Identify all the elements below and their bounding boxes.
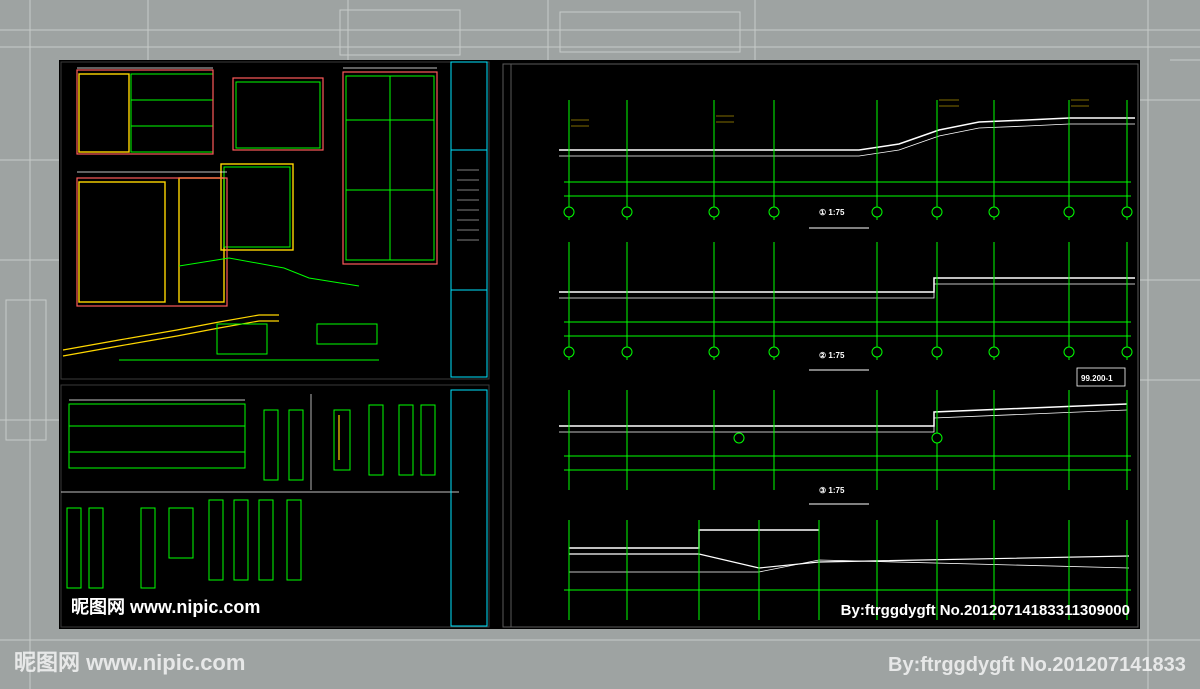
- section-1-label: ① 1:75: [819, 208, 845, 217]
- cad-drawing-panel: ① 1:75 ② 1:75 99.200-1 ③ 1:75 昵图网 www.ni…: [59, 60, 1140, 629]
- cad-drawing: ① 1:75 ② 1:75 99.200-1 ③ 1:75: [60, 61, 1139, 628]
- site-watermark: 昵图网 www.nipic.com: [71, 597, 261, 617]
- section-2-label: ② 1:75: [819, 351, 845, 360]
- section-3: 99.200-1 ③ 1:75: [559, 367, 1131, 505]
- section-1: ① 1:75: [559, 99, 1135, 229]
- section-2: ② 1:75: [559, 242, 1135, 371]
- floor-plans-sheet: [60, 61, 490, 380]
- section-3-label: ③ 1:75: [819, 486, 845, 495]
- details-sheet: [60, 384, 490, 628]
- sections-sheet: ① 1:75 ② 1:75 99.200-1 ③ 1:75: [502, 63, 1139, 628]
- site-watermark-large: 昵图网 www.nipic.com: [14, 650, 246, 675]
- credit-watermark: By:ftrggdygft No.20120714183311309000: [840, 602, 1130, 619]
- elevation-tag: 99.200-1: [1081, 374, 1113, 383]
- credit-watermark-large: By:ftrggdygft No.201207141833: [888, 654, 1186, 676]
